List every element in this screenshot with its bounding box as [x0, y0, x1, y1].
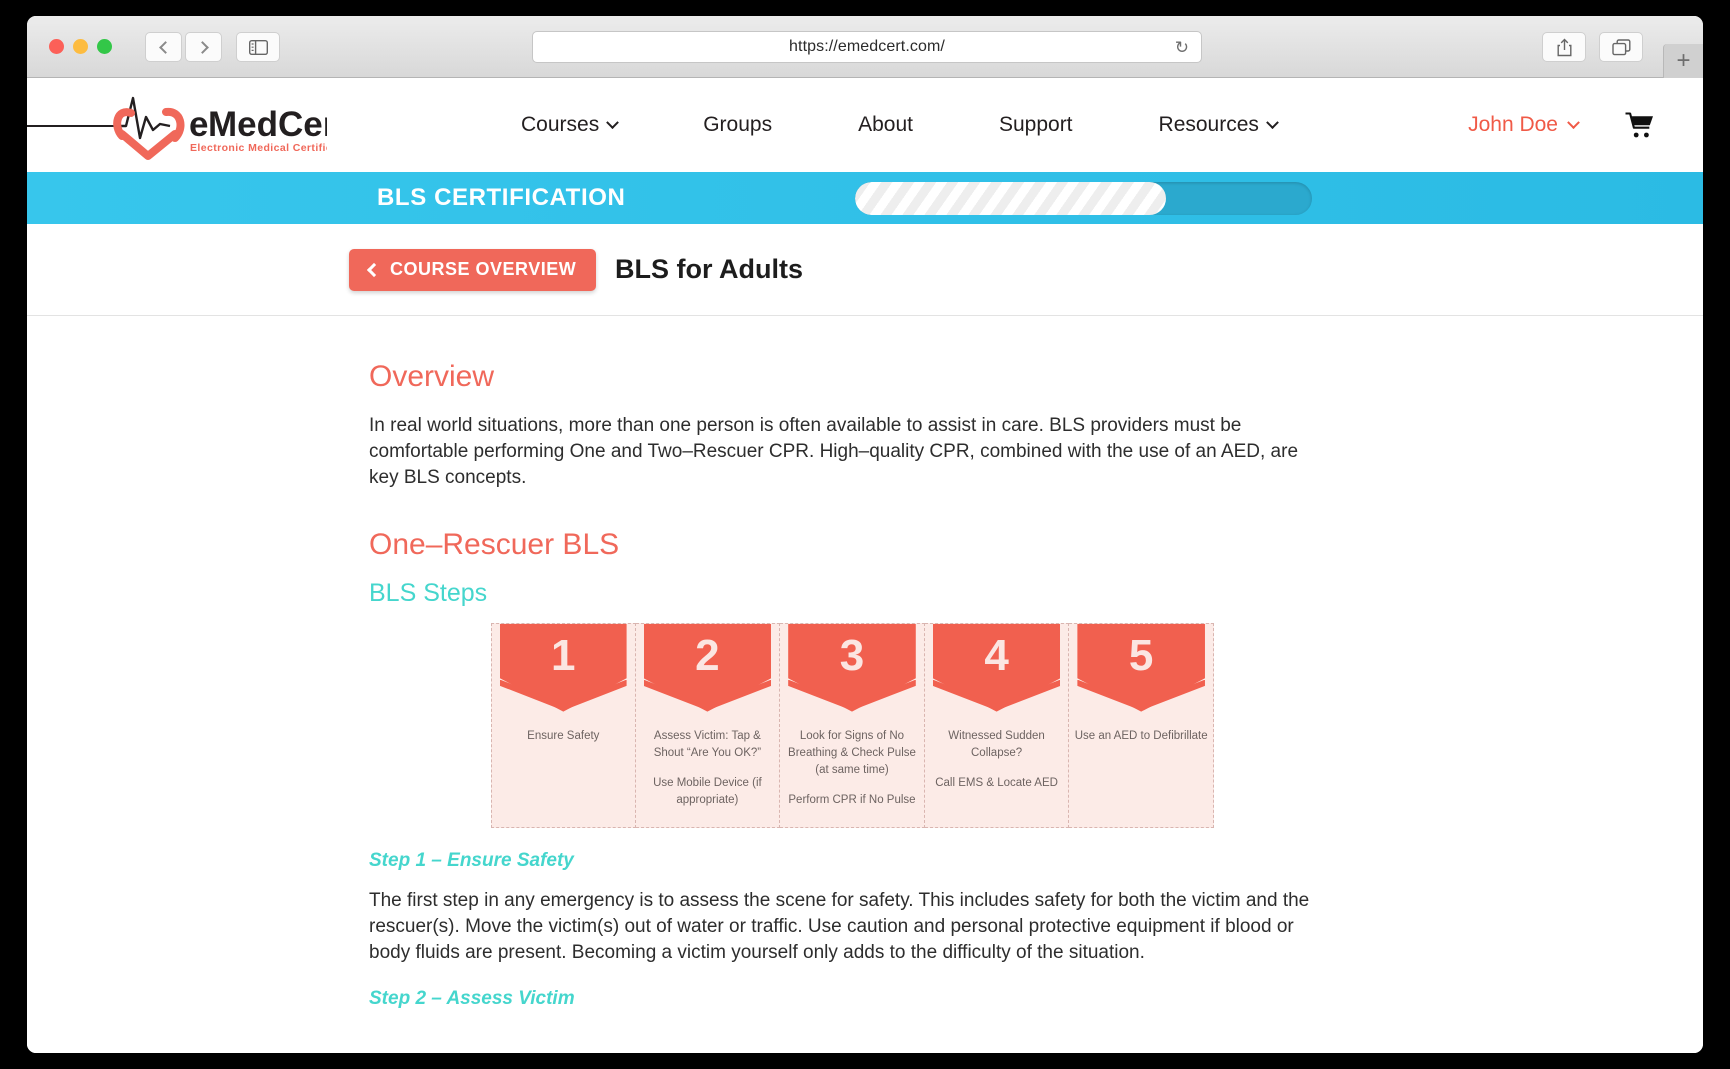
certification-bar: BLS CERTIFICATION: [27, 172, 1703, 224]
step-number: 5: [1128, 630, 1154, 680]
nav-item-groups[interactable]: Groups: [645, 113, 800, 137]
step-card: 5 Use an AED to Defibrillate: [1069, 622, 1214, 828]
certification-title: BLS CERTIFICATION: [377, 184, 626, 211]
svg-text:Electronic Medical Certificati: Electronic Medical Certification: [190, 142, 327, 154]
lesson-body: Overview In real world situations, more …: [27, 316, 1703, 1010]
step-text-line2: Perform CPR if No Pulse: [788, 794, 916, 807]
step1-paragraph: The first step in any emergency is to as…: [369, 889, 1310, 964]
step-chevron-shape: 2: [643, 623, 772, 712]
step-text-line2: Use Mobile Device (if appropriate): [653, 777, 762, 807]
step-chevron-shape: 3: [788, 623, 916, 712]
step2-heading: Step 2 – Assess Victim: [369, 988, 575, 1010]
sidebar-panel-icon: [248, 39, 268, 55]
course-overview-label: COURSE OVERVIEW: [390, 259, 577, 279]
share-upload-icon: [1557, 37, 1571, 56]
step-number: 4: [984, 630, 1009, 680]
step-text-line1: Assess Victim: Tap & Shout “Are You OK?”: [653, 729, 762, 759]
url-text: https://emedcert.com/: [789, 38, 945, 55]
shopping-cart-icon: [1625, 111, 1653, 137]
step-number: 1: [551, 630, 576, 680]
step-card: 1 Ensure Safety: [491, 622, 636, 828]
chevron-down-icon: [606, 115, 620, 129]
overview-paragraph: In real world situations, more than one …: [369, 415, 1299, 489]
step1-heading: Step 1 – Ensure Safety: [369, 849, 574, 871]
step-text-line1: Look for Signs of No Breathing & Check P…: [788, 729, 916, 777]
user-menu[interactable]: John Doe: [1468, 78, 1580, 172]
page-content: e MedCert Electronic Medical Certificati…: [27, 78, 1703, 1053]
course-overview-button[interactable]: COURSE OVERVIEW: [349, 248, 597, 291]
step-text-line1: Ensure Safety: [527, 729, 600, 742]
step-chevron-shape: 4: [932, 623, 1061, 712]
step-text: Ensure Safety: [496, 728, 631, 758]
emedcert-logo-icon: e MedCert Electronic Medical Certificati…: [27, 96, 327, 160]
back-button[interactable]: [145, 32, 182, 62]
nav-label: Support: [998, 113, 1073, 136]
step-text: Assess Victim: Tap & Shout “Are You OK?”…: [640, 728, 776, 810]
step-text: Look for Signs of No Breathing & Check P…: [784, 728, 920, 810]
nav-label: Groups: [703, 113, 773, 136]
nav-item-resources[interactable]: Resources: [1101, 113, 1305, 137]
page-title: BLS for Adults: [615, 254, 803, 284]
reload-icon[interactable]: ↻: [1175, 39, 1189, 56]
step-card: 3 Look for Signs of No Breathing & Check…: [780, 622, 925, 828]
maximize-window-button[interactable]: [97, 39, 112, 54]
step-text: Witnessed Sudden Collapse? Call EMS & Lo…: [929, 728, 1065, 793]
user-name-label: John Doe: [1468, 113, 1558, 136]
main-navigation: Courses Groups About Support Resources: [493, 78, 1305, 172]
chevron-down-icon: [1567, 115, 1580, 129]
nav-item-about[interactable]: About: [800, 113, 941, 137]
chevron-left-icon: [366, 262, 382, 277]
address-bar[interactable]: https://emedcert.com/ ↻: [532, 31, 1202, 63]
step-number: 3: [839, 630, 865, 680]
nav-label: Resources: [1158, 113, 1259, 136]
course-progress-bar: [855, 181, 1312, 215]
share-button[interactable]: [1542, 32, 1586, 62]
show-tabs-button[interactable]: [1599, 32, 1643, 62]
chevron-down-icon: [1266, 115, 1279, 129]
nav-item-support[interactable]: Support: [941, 113, 1101, 137]
step-number: 2: [695, 630, 720, 680]
browser-window: https://emedcert.com/ ↻ + e MedCe Electr…: [27, 16, 1703, 1053]
svg-text:MedCert: MedCert: [208, 105, 327, 144]
step-chevron-shape: 5: [1077, 623, 1205, 712]
nav-label: About: [858, 113, 913, 136]
new-tab-button[interactable]: +: [1663, 44, 1703, 78]
one-rescuer-heading: One–Rescuer BLS: [369, 527, 620, 561]
step-text-line1: Use an AED to Defibrillate: [1074, 729, 1208, 742]
bls-steps-heading: BLS Steps: [369, 578, 488, 607]
nav-label: Courses: [521, 113, 600, 136]
step-card: 4 Witnessed Sudden Collapse? Call EMS & …: [924, 622, 1070, 828]
forward-button[interactable]: [185, 32, 222, 62]
step-chevron-shape: 1: [500, 623, 627, 712]
step-text-line1: Witnessed Sudden Collapse?: [948, 729, 1045, 759]
step-text-line2: Call EMS & Locate AED: [935, 777, 1058, 790]
bls-steps-infographic: 1 Ensure Safety 2 Assess Victim: Tap & S…: [491, 622, 1214, 828]
course-progress-fill: [855, 181, 1166, 215]
step-card: 2 Assess Victim: Tap & Shout “Are You OK…: [635, 622, 781, 828]
browser-toolbar: https://emedcert.com/ ↻ +: [27, 16, 1703, 78]
chevron-left-icon: [158, 40, 172, 54]
step-text: Use an AED to Defibrillate: [1073, 728, 1209, 758]
minimize-window-button[interactable]: [73, 39, 88, 54]
course-header-row: COURSE OVERVIEW BLS for Adults: [27, 224, 1703, 316]
nav-item-courses[interactable]: Courses: [493, 113, 645, 137]
site-logo[interactable]: e MedCert Electronic Medical Certificati…: [27, 86, 327, 160]
sidebar-toggle-button[interactable]: [236, 32, 280, 62]
svg-text:e: e: [189, 105, 208, 144]
overview-heading: Overview: [369, 360, 495, 393]
cart-button[interactable]: [1625, 78, 1655, 172]
tab-overview-icon: [1611, 38, 1631, 55]
site-header: e MedCert Electronic Medical Certificati…: [27, 78, 1703, 172]
chevron-right-icon: [195, 40, 209, 54]
window-traffic-lights: [49, 39, 112, 54]
close-window-button[interactable]: [49, 39, 64, 54]
